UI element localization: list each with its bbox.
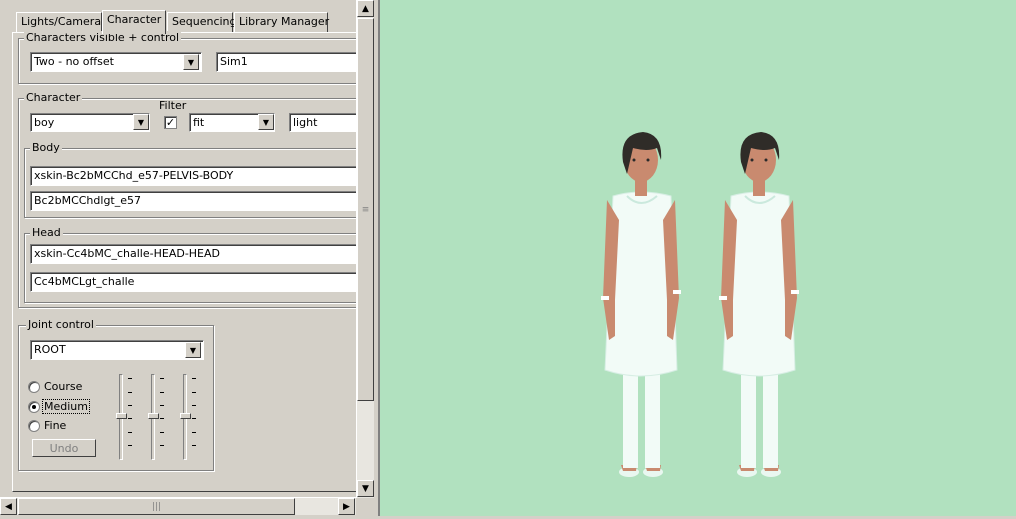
tab-label: Sequencing: [172, 15, 237, 28]
gender-select[interactable]: boy: [30, 113, 150, 132]
slider-tick: [192, 405, 196, 406]
tab-label: Library Manager: [239, 15, 330, 28]
vertical-scroll-thumb[interactable]: ≡: [357, 18, 374, 401]
arrow-down-icon[interactable]: ▼: [357, 480, 374, 497]
body-mesh-field[interactable]: xskin-Bc2bMCChd_e57-PELVIS-BODY: [30, 166, 358, 186]
body-mesh-value: xskin-Bc2bMCChd_e57-PELVIS-BODY: [34, 169, 234, 182]
body-legend: Body: [30, 141, 62, 154]
slider-tick: [128, 405, 132, 406]
radio-course-label: Course: [44, 380, 83, 393]
chevron-down-icon[interactable]: ▼: [133, 114, 149, 130]
radio-medium[interactable]: [28, 401, 40, 413]
character-scene: [601, 132, 799, 477]
slider-tick: [128, 392, 132, 393]
joint-value: ROOT: [34, 343, 66, 356]
fitness-value: fit: [193, 116, 205, 129]
slider-thumb[interactable]: [116, 413, 127, 419]
visible-mode-select[interactable]: Two - no offset: [30, 52, 202, 72]
horizontal-scroll-thumb[interactable]: |||: [18, 498, 295, 515]
joint-slider-y[interactable]: [144, 372, 168, 462]
slider-tick: [192, 378, 196, 379]
slider-tick: [192, 432, 196, 433]
body-texture-value: Bc2bMCChdlgt_e57: [34, 194, 141, 207]
head-texture-field[interactable]: Cc4bMCLgt_challe: [30, 272, 358, 292]
joint-slider-x[interactable]: [112, 372, 136, 462]
slider-tick: [192, 418, 196, 419]
slider-thumb[interactable]: [180, 413, 191, 419]
sim-name-value: Sim1: [220, 55, 248, 68]
tab-label: Lights/Camera: [21, 15, 102, 28]
arrow-right-icon[interactable]: ▶: [338, 498, 355, 515]
checkmark-icon: ✓: [165, 116, 176, 129]
chevron-down-icon[interactable]: ▼: [185, 342, 201, 358]
control-panel: Lights/Camera Character Sequencing Libra…: [0, 0, 376, 516]
body-texture-field[interactable]: Bc2bMCChdlgt_e57: [30, 191, 358, 211]
tab-lights-camera[interactable]: Lights/Camera: [16, 12, 102, 32]
slider-thumb[interactable]: [148, 413, 159, 419]
3d-viewport[interactable]: [378, 0, 1016, 516]
skin-tone-field[interactable]: light: [289, 113, 358, 132]
slider-tick: [160, 405, 164, 406]
scroll-corner: [356, 498, 376, 516]
head-legend: Head: [30, 226, 63, 239]
slider-tick: [128, 432, 132, 433]
chevron-down-icon[interactable]: ▼: [258, 114, 274, 130]
undo-button[interactable]: Undo: [32, 439, 96, 457]
chevron-down-icon[interactable]: ▼: [183, 54, 199, 70]
arrow-left-icon[interactable]: ◀: [0, 498, 17, 515]
horizontal-scrollbar[interactable]: ◀ ||| ▶: [0, 497, 356, 515]
sim-name-field[interactable]: Sim1: [216, 52, 358, 72]
character-model-2: [719, 132, 799, 477]
slider-tick: [160, 432, 164, 433]
filter-checkbox[interactable]: ✓: [164, 116, 177, 129]
arrow-up-icon[interactable]: ▲: [357, 0, 374, 17]
radio-fine[interactable]: [28, 420, 40, 432]
gender-value: boy: [34, 116, 55, 129]
slider-tick: [160, 378, 164, 379]
radio-medium-label: Medium: [42, 399, 90, 414]
tab-label: Character: [107, 13, 162, 26]
slider-tick: [160, 392, 164, 393]
joint-slider-z[interactable]: [176, 372, 200, 462]
head-mesh-value: xskin-Cc4bMC_challe-HEAD-HEAD: [34, 247, 221, 260]
slider-tick: [128, 418, 132, 419]
head-mesh-field[interactable]: xskin-Cc4bMC_challe-HEAD-HEAD: [30, 244, 358, 264]
slider-tick: [160, 445, 164, 446]
tab-sequencing[interactable]: Sequencing: [167, 12, 237, 32]
undo-label: Undo: [49, 442, 79, 455]
filter-label: Filter: [159, 99, 187, 112]
tab-library-manager[interactable]: Library Manager: [234, 12, 330, 32]
slider-tick: [160, 418, 164, 419]
radio-fine-label: Fine: [44, 419, 67, 432]
tab-character[interactable]: Character: [102, 10, 166, 34]
skin-tone-value: light: [293, 116, 318, 129]
slider-tick: [192, 392, 196, 393]
slider-tick: [128, 445, 132, 446]
character-legend: Character: [24, 91, 83, 104]
joint-select[interactable]: ROOT: [30, 340, 204, 360]
head-texture-value: Cc4bMCLgt_challe: [34, 275, 135, 288]
character-model-1: [601, 132, 681, 477]
slider-tick: [192, 445, 196, 446]
slider-tick: [128, 378, 132, 379]
radio-course[interactable]: [28, 381, 40, 393]
vertical-scrollbar[interactable]: ▲ ≡ ▼: [356, 0, 374, 498]
joint-control-legend: Joint control: [26, 318, 96, 331]
visible-mode-value: Two - no offset: [34, 55, 114, 68]
